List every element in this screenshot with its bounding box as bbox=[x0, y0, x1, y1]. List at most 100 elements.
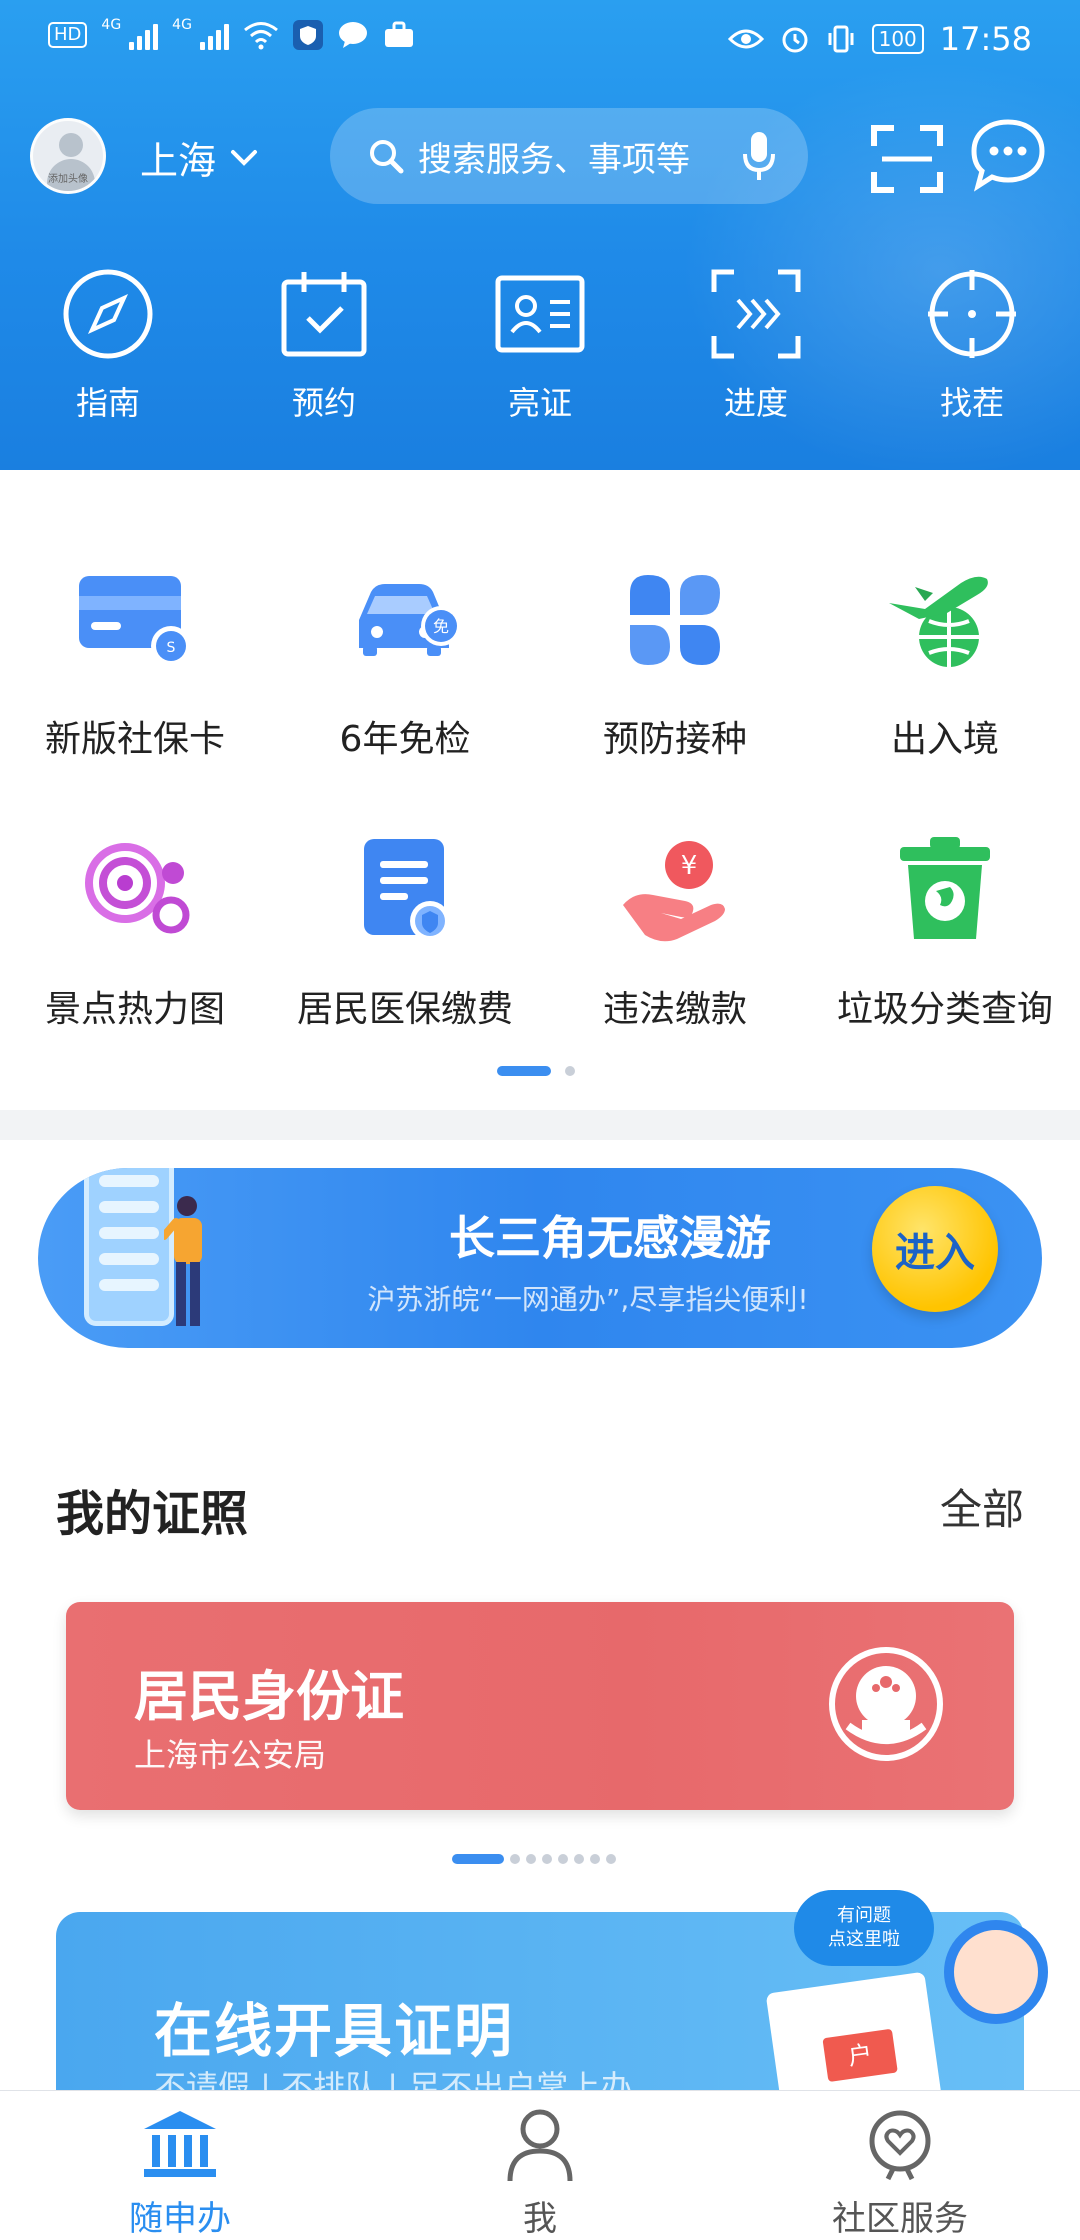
quick-action-label: 找茬 bbox=[939, 384, 1004, 422]
svg-text:S: S bbox=[167, 640, 176, 656]
clock: 17:58 bbox=[939, 20, 1032, 58]
service-entry-exit[interactable]: 出入境 bbox=[810, 560, 1080, 762]
svg-text:免: 免 bbox=[433, 617, 449, 636]
vibrate-icon bbox=[828, 25, 854, 53]
city-selector[interactable]: 上海 bbox=[140, 130, 258, 185]
status-bar: HD 4G 4G 100 17:58 bbox=[0, 0, 1080, 80]
helper-bubble-text: 有问题 点这里啦 bbox=[828, 1905, 900, 1950]
online-certificate-title: 在线开具证明 bbox=[154, 1997, 515, 2065]
scan-icon[interactable] bbox=[870, 124, 944, 194]
quick-action-label: 进度 bbox=[723, 384, 788, 422]
hd-indicator: HD bbox=[48, 22, 88, 48]
banner-section: 长三角无感漫游 沪苏浙皖“一网通办”,尽享指尖便利! 进入 bbox=[0, 1140, 1080, 1406]
crosshair-icon bbox=[928, 270, 1016, 358]
avatar-caption: 添加头像 bbox=[48, 174, 88, 185]
alarm-icon bbox=[782, 27, 808, 53]
heatmap-circles-icon bbox=[85, 843, 190, 934]
helper-mascot[interactable]: 有问题 点这里啦 bbox=[794, 1890, 1074, 2120]
quick-action-show-id[interactable]: 亮证 bbox=[432, 272, 648, 424]
services-page-indicator bbox=[497, 1066, 575, 1076]
quick-action-appointment[interactable]: 预约 bbox=[216, 272, 432, 424]
svg-text:¥: ¥ bbox=[681, 851, 698, 881]
calendar-check-icon bbox=[281, 272, 367, 357]
service-fine-payment[interactable]: ¥ 违法缴款 bbox=[540, 830, 810, 1032]
service-garbage-sorting[interactable]: 垃圾分类查询 bbox=[810, 830, 1080, 1032]
eye-icon bbox=[727, 29, 764, 49]
section-title: 我的证照 bbox=[56, 1486, 249, 1542]
service-label: 预防接种 bbox=[602, 719, 747, 760]
service-social-security-card[interactable]: S 新版社保卡 bbox=[0, 560, 270, 762]
service-label: 出入境 bbox=[890, 719, 999, 760]
progress-arrows-icon bbox=[711, 269, 801, 359]
quick-action-label: 亮证 bbox=[507, 384, 572, 422]
bottom-navigation: 随申办 我 社区服务 bbox=[0, 2090, 1080, 2240]
network-type-2: 4G bbox=[172, 17, 192, 33]
service-scenic-heatmap[interactable]: 景点热力图 bbox=[0, 830, 270, 1032]
banner-title: 长三角无感漫游 bbox=[449, 1211, 771, 1265]
quick-action-progress[interactable]: 进度 bbox=[648, 269, 864, 424]
quick-actions: 指南 预约 亮证 进度 找茬 bbox=[0, 269, 1080, 424]
medical-insurance-doc-icon bbox=[364, 839, 450, 941]
trash-bin-icon bbox=[900, 837, 990, 939]
services-grid: S 新版社保卡 免 6年免检 预防接种 出入境 景点热力图 居民医保缴费 ¥ 违… bbox=[0, 470, 1080, 1110]
person-illustration bbox=[164, 1196, 202, 1326]
yangtze-roaming-banner[interactable]: 长三角无感漫游 沪苏浙皖“一网通办”,尽享指尖便利! 进入 bbox=[38, 1168, 1042, 1348]
microphone-icon[interactable] bbox=[742, 130, 776, 182]
search-bar[interactable]: 搜索服务、事项等 bbox=[330, 108, 808, 204]
shield-app-icon bbox=[292, 20, 323, 50]
top-bar: 添加头像 上海 搜索服务、事项等 bbox=[0, 108, 1080, 208]
enter-button[interactable]: 进入 bbox=[872, 1186, 998, 1312]
id-card-issuer: 上海市公安局 bbox=[134, 1736, 327, 1774]
signal-icon bbox=[129, 20, 159, 50]
service-vaccination[interactable]: 预防接种 bbox=[540, 560, 810, 762]
signal-icon-2 bbox=[199, 20, 229, 50]
avatar[interactable]: 添加头像 bbox=[30, 118, 106, 194]
service-label: 垃圾分类查询 bbox=[836, 989, 1053, 1030]
service-label: 景点热力图 bbox=[44, 989, 225, 1030]
tab-label: 我 bbox=[523, 2199, 557, 2239]
service-label: 新版社保卡 bbox=[44, 719, 225, 760]
search-placeholder: 搜索服务、事项等 bbox=[418, 139, 690, 180]
hand-coin-icon: ¥ bbox=[623, 841, 725, 942]
banner-subtitle: 沪苏浙皖“一网通办”,尽享指尖便利! bbox=[367, 1283, 809, 1316]
app-header: HD 4G 4G 100 17:58 添加头像 上海 搜索服务、事项等 指南 预… bbox=[0, 0, 1080, 470]
national-emblem-icon bbox=[829, 1647, 943, 1761]
message-icon[interactable] bbox=[970, 118, 1046, 192]
phone-illustration bbox=[84, 1168, 174, 1326]
service-label: 违法缴款 bbox=[602, 989, 747, 1030]
tab-me[interactable]: 我 bbox=[360, 2091, 720, 2240]
tab-label: 随申办 bbox=[129, 2199, 231, 2239]
service-car-exempt[interactable]: 免 6年免检 bbox=[270, 560, 540, 762]
city-label: 上海 bbox=[140, 139, 217, 183]
plane-globe-icon bbox=[889, 576, 988, 667]
mascot-icon bbox=[944, 1920, 1048, 2024]
wifi-icon bbox=[243, 22, 278, 50]
chat-app-icon bbox=[338, 22, 367, 48]
compass-icon bbox=[63, 269, 153, 359]
battery-indicator: 100 bbox=[871, 24, 924, 54]
id-card-icon bbox=[495, 275, 585, 353]
person-icon bbox=[507, 2109, 573, 2182]
helper-bubble[interactable]: 有问题 点这里啦 bbox=[794, 1890, 934, 1966]
social-security-card-icon: S bbox=[79, 576, 191, 666]
quick-action-guide[interactable]: 指南 bbox=[0, 269, 216, 424]
search-icon bbox=[370, 140, 404, 174]
briefcase-app-icon bbox=[384, 21, 413, 47]
tab-community[interactable]: 社区服务 bbox=[720, 2091, 1080, 2240]
network-type-1: 4G bbox=[101, 17, 122, 33]
quick-action-label: 预约 bbox=[291, 384, 356, 422]
government-building-icon bbox=[144, 2111, 216, 2177]
certificate-page-indicator bbox=[452, 1854, 616, 1864]
community-heart-icon bbox=[869, 2110, 931, 2181]
tab-label: 社区服务 bbox=[832, 2199, 968, 2239]
tab-home[interactable]: 随申办 bbox=[0, 2091, 360, 2240]
service-label: 居民医保缴费 bbox=[296, 989, 513, 1030]
id-card-title: 居民身份证 bbox=[134, 1665, 404, 1728]
view-all-link[interactable]: 全部 bbox=[940, 1476, 1024, 1537]
service-medical-insurance[interactable]: 居民医保缴费 bbox=[270, 830, 540, 1032]
car-exempt-icon: 免 bbox=[359, 584, 461, 656]
resident-id-card[interactable]: 居民身份证 上海市公安局 bbox=[66, 1602, 1014, 1810]
quick-action-report[interactable]: 找茬 bbox=[864, 270, 1080, 424]
service-label: 6年免检 bbox=[339, 719, 471, 760]
quick-action-label: 指南 bbox=[75, 384, 140, 422]
